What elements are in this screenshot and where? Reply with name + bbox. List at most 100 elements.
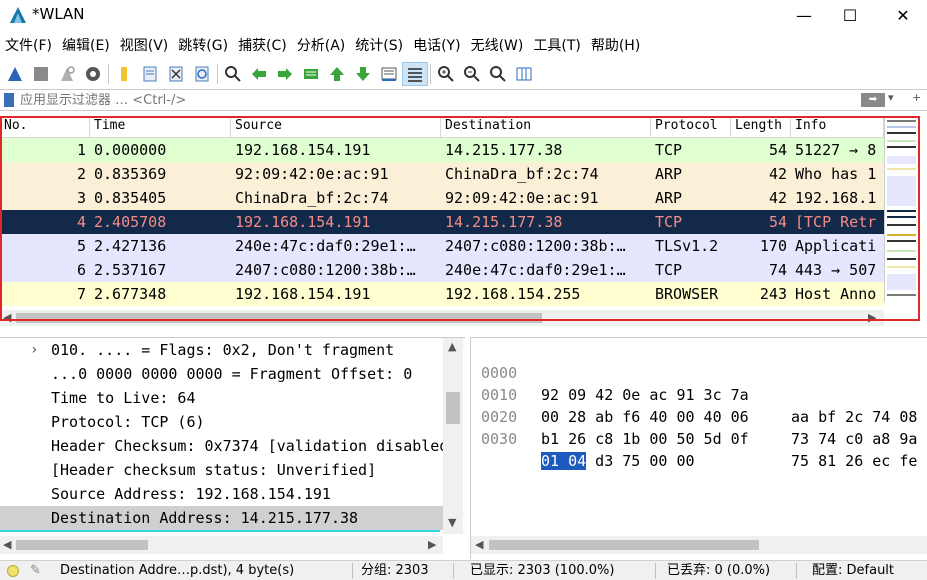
minimize-button[interactable]: — <box>781 0 827 30</box>
byte-hex[interactable]: 73 74 c0 a8 9a <box>791 428 917 450</box>
scroll-right-arrow-icon[interactable]: ▶ <box>428 538 436 551</box>
close-file-icon[interactable] <box>163 62 189 86</box>
byte-hex[interactable]: 01 04 d3 75 00 00 <box>541 450 695 472</box>
scrollbar-thumb[interactable] <box>489 540 759 550</box>
packet-row[interactable]: 1 0.000000 192.168.154.191 14.215.177.38… <box>0 138 884 162</box>
shark-fin-start-icon[interactable] <box>2 62 28 86</box>
detail-line[interactable]: Source Address: 192.168.154.191 <box>0 482 443 506</box>
expand-chevron-icon[interactable]: › <box>30 338 38 362</box>
detail-line-selected[interactable]: Destination Address: 14.215.177.38 <box>0 506 443 530</box>
packet-info: 51227 → 8 <box>795 141 877 159</box>
scroll-right-arrow-icon[interactable]: ▶ <box>868 311 876 324</box>
scrollbar-thumb[interactable] <box>446 392 460 424</box>
bookmark-icon[interactable] <box>4 93 14 107</box>
detail-line[interactable]: › 010. .... = Flags: 0x2, Don't fragment <box>0 338 443 362</box>
details-vertical-scrollbar[interactable]: ▲ ▼ <box>443 338 463 534</box>
menu-go[interactable]: 跳转(G) <box>173 34 233 58</box>
packet-row[interactable]: 3 0.835405 ChinaDra_bf:2c:74 92:09:42:0e… <box>0 186 884 210</box>
minimap-line <box>887 250 916 252</box>
apply-filter-arrow-icon[interactable]: ➡ <box>861 93 885 107</box>
detail-line[interactable]: Header Checksum: 0x7374 [validation disa… <box>0 434 443 458</box>
menu-statistics[interactable]: 统计(S) <box>350 34 408 58</box>
display-filter-input[interactable] <box>20 91 855 109</box>
scrollbar-thumb[interactable] <box>16 540 148 550</box>
detail-line[interactable]: Time to Live: 64 <box>0 386 443 410</box>
menu-view[interactable]: 视图(V) <box>115 34 174 58</box>
menu-help[interactable]: 帮助(H) <box>586 34 645 58</box>
normal-size-icon[interactable] <box>485 62 511 86</box>
save-file-icon[interactable] <box>137 62 163 86</box>
expert-info-indicator-icon[interactable] <box>7 565 19 577</box>
packet-destination: ChinaDra_bf:2c:74 <box>445 165 599 183</box>
column-header-protocol[interactable]: Protocol <box>651 116 731 137</box>
bytes-horizontal-scrollbar[interactable]: ◀ <box>471 536 927 554</box>
packet-row[interactable]: 5 2.427136 240e:47c:daf0:29e1:… 2407:c08… <box>0 234 884 258</box>
open-folder-icon[interactable] <box>111 62 137 86</box>
packet-minimap-scrollbar[interactable] <box>884 116 918 302</box>
capture-options-gear-icon[interactable] <box>80 62 106 86</box>
column-header-destination[interactable]: Destination <box>441 116 651 137</box>
column-header-time[interactable]: Time <box>90 116 231 137</box>
menu-telephony[interactable]: 电话(Y) <box>408 34 465 58</box>
column-header-no[interactable]: No. <box>0 116 90 137</box>
column-header-info[interactable]: Info <box>791 116 884 137</box>
go-first-icon[interactable] <box>324 62 350 86</box>
byte-hex[interactable]: b1 26 c8 1b 00 50 5d 0f <box>541 428 749 450</box>
packet-row[interactable]: 7 2.677348 192.168.154.191 192.168.154.2… <box>0 282 884 306</box>
packet-row-selected[interactable]: 4 2.405708 192.168.154.191 14.215.177.38… <box>0 210 884 234</box>
scroll-up-arrow-icon[interactable]: ▲ <box>448 340 456 353</box>
menu-analyze[interactable]: 分析(A) <box>292 34 351 58</box>
resize-columns-icon[interactable] <box>511 62 537 86</box>
autoscroll-icon[interactable] <box>376 62 402 86</box>
find-magnifier-icon[interactable] <box>220 62 246 86</box>
menu-edit[interactable]: 编辑(E) <box>57 34 115 58</box>
go-last-icon[interactable] <box>350 62 376 86</box>
filter-history-dropdown-icon[interactable]: ▾ <box>888 91 894 104</box>
byte-hex[interactable]: 75 81 26 ec fe <box>791 450 917 472</box>
byte-hex[interactable]: aa bf 2c 74 08 <box>791 406 917 428</box>
zoom-in-icon[interactable] <box>433 62 459 86</box>
minimap-line <box>887 132 916 134</box>
scroll-left-arrow-icon[interactable]: ◀ <box>3 311 11 324</box>
close-button[interactable]: ✕ <box>880 0 926 30</box>
byte-hex[interactable]: 00 28 ab f6 40 00 40 06 <box>541 406 749 428</box>
scrollbar-thumb[interactable] <box>16 313 542 323</box>
menu-tools[interactable]: 工具(T) <box>528 34 585 58</box>
packet-info: Who has 1 <box>795 165 877 183</box>
packet-row[interactable]: 2 0.835369 92:09:42:0e:ac:91 ChinaDra_bf… <box>0 162 884 186</box>
packet-row[interactable]: 6 2.537167 2407:c080:1200:38b:… 240e:47c… <box>0 258 884 282</box>
menu-capture[interactable]: 捕获(C) <box>233 34 292 58</box>
packet-no: 3 <box>76 189 86 207</box>
byte-hex-highlighted[interactable]: 01 04 <box>541 452 587 470</box>
menu-file[interactable]: 文件(F) <box>0 34 57 58</box>
detail-line[interactable]: ...0 0000 0000 0000 = Fragment Offset: 0 <box>0 362 443 386</box>
scroll-down-arrow-icon[interactable]: ▼ <box>448 516 456 529</box>
colorize-icon[interactable] <box>402 62 428 86</box>
packet-info: Host Anno <box>795 285 877 303</box>
go-forward-arrow-icon[interactable] <box>272 62 298 86</box>
menu-wireless[interactable]: 无线(W) <box>466 34 529 58</box>
packet-info: 443 → 507 <box>795 261 877 279</box>
restart-fin-icon[interactable] <box>54 62 80 86</box>
stop-square-icon[interactable] <box>28 62 54 86</box>
maximize-button[interactable]: ☐ <box>827 0 873 30</box>
add-filter-button-icon[interactable]: + <box>912 91 921 104</box>
scroll-left-arrow-icon[interactable]: ◀ <box>475 538 483 551</box>
main-toolbar <box>0 60 927 88</box>
scroll-left-arrow-icon[interactable]: ◀ <box>3 538 11 551</box>
packet-info: 192.168.1 <box>795 189 877 207</box>
details-horizontal-scrollbar[interactable]: ◀ ▶ <box>0 536 443 554</box>
packet-protocol: TCP <box>655 141 683 159</box>
go-to-packet-icon[interactable] <box>298 62 324 86</box>
column-header-source[interactable]: Source <box>231 116 441 137</box>
column-header-length[interactable]: Length <box>731 116 791 137</box>
reload-icon[interactable] <box>189 62 215 86</box>
zoom-out-icon[interactable] <box>459 62 485 86</box>
byte-hex[interactable]: 92 09 42 0e ac 91 3c 7a <box>541 384 749 406</box>
edit-comment-icon[interactable]: ✎ <box>30 561 41 580</box>
detail-line[interactable]: Protocol: TCP (6) <box>0 410 443 434</box>
go-back-arrow-icon[interactable] <box>246 62 272 86</box>
packet-list-horizontal-scrollbar[interactable]: ◀ ▶ <box>0 310 884 326</box>
status-profile[interactable]: 配置: Default <box>812 561 894 580</box>
detail-line[interactable]: [Header checksum status: Unverified] <box>0 458 443 482</box>
